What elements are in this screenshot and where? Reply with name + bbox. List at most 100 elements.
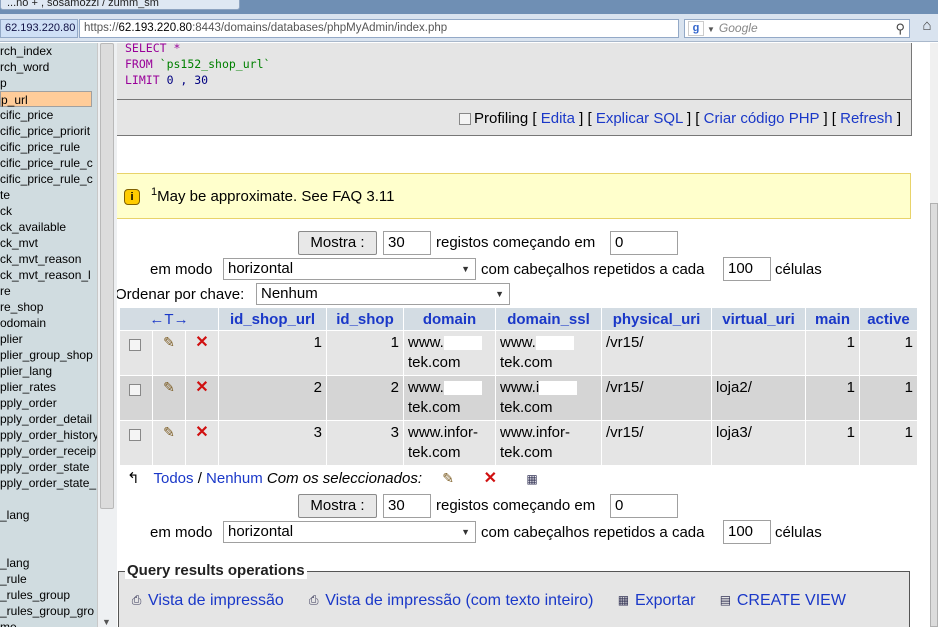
row-edit-cell[interactable]: ✎ (153, 376, 185, 420)
sidebar-table-link[interactable]: _rule (0, 571, 27, 587)
sort-by-key-select[interactable]: Nenhum ▼ (256, 283, 510, 305)
sidebar-table-link[interactable]: pply_order_receip (0, 443, 96, 459)
row-checkbox[interactable] (128, 339, 141, 352)
edit-selected-icon[interactable]: ✎ (440, 470, 456, 486)
row-edit-cell[interactable]: ✎ (153, 331, 185, 375)
sidebar-table-link[interactable]: pply_order_detail (0, 411, 92, 427)
address-bar[interactable]: https://62.193.220.80:8443/domains/datab… (79, 19, 679, 38)
sidebar-table-link[interactable]: cific_price_rule_c (0, 155, 93, 171)
sidebar-table-link[interactable]: cific_price_rule_c (0, 171, 93, 187)
select-all-link[interactable]: Todos (153, 470, 193, 487)
column-header-id-shop[interactable]: id_shop (327, 308, 403, 330)
sidebar-table-link[interactable]: ck_available (0, 219, 66, 235)
profiling-checkbox[interactable] (459, 113, 472, 126)
sidebar-table-link[interactable]: ck (0, 203, 12, 219)
row-checkbox-cell[interactable] (120, 331, 152, 375)
sidebar-table-link[interactable]: _lang (0, 555, 29, 571)
sidebar-table-link[interactable]: re (0, 283, 11, 299)
print-view-full-text-link[interactable]: Vista de impressão (com texto inteiro) (325, 592, 593, 609)
search-go-icon[interactable]: ⚲ (895, 20, 905, 37)
sidebar-table-link[interactable]: _rules_group_gro (0, 603, 94, 619)
column-header-id-shop-url[interactable]: id_shop_url (219, 308, 326, 330)
sidebar-table-link[interactable]: rch_word (0, 59, 49, 75)
sidebar-scrollbar-thumb[interactable] (100, 43, 114, 509)
create-php-code-link[interactable]: Criar código PHP (704, 110, 820, 127)
sidebar-table-link[interactable]: cific_price (0, 107, 53, 123)
sidebar-table-link[interactable]: p (0, 75, 7, 91)
column-header-main[interactable]: main (806, 308, 859, 330)
column-header-domain-ssl[interactable]: domain_ssl (496, 308, 601, 330)
sidebar-table-link[interactable]: ck_mvt_reason_l (0, 267, 91, 283)
column-header-virtual-uri[interactable]: virtual_uri (712, 308, 805, 330)
start-row-input-top[interactable]: 0 (610, 231, 678, 255)
sidebar-table-link[interactable]: te (0, 187, 10, 203)
sidebar-scrollbar[interactable]: ▼ (97, 43, 117, 627)
rows-count-input-bottom[interactable]: 30 (383, 494, 431, 518)
display-mode-select-top[interactable]: horizontal ▼ (223, 258, 476, 280)
search-box[interactable]: g ▼ Google ⚲ (684, 19, 910, 38)
explain-sql-link[interactable]: Explicar SQL (596, 110, 683, 127)
sidebar-table-link[interactable]: rch_index (0, 43, 52, 59)
sidebar-table-link[interactable]: pply_order_state_ (0, 475, 96, 491)
row-delete-cell[interactable]: ✕ (186, 421, 218, 465)
sidebar-table-link[interactable]: pply_order_history (0, 427, 97, 443)
sidebar-table-link[interactable]: cific_price_priorit (0, 123, 90, 139)
column-header-physical-uri[interactable]: physical_uri (602, 308, 711, 330)
display-mode-select-bottom[interactable]: horizontal ▼ (223, 521, 476, 543)
row-checkbox[interactable] (128, 384, 141, 397)
sidebar-table-link[interactable]: p_url (0, 91, 92, 107)
search-engine-dropdown-icon[interactable]: ▼ (707, 25, 715, 34)
print-view-link[interactable]: Vista de impressão (148, 592, 284, 609)
sidebar-table-link[interactable]: plier_group_shop (0, 347, 93, 363)
home-icon[interactable]: ⌂ (916, 17, 938, 39)
select-none-link[interactable]: Nenhum (206, 470, 263, 487)
operations-legend: Query results operations (125, 562, 307, 579)
column-header-active[interactable]: active (860, 308, 917, 330)
site-identity-badge[interactable]: 62.193.220.80 (0, 19, 78, 38)
sidebar-table-link[interactable]: ck_mvt (0, 235, 38, 251)
repeat-headers-input-bottom[interactable]: 100 (723, 520, 771, 544)
sidebar-table-link[interactable]: _rules_group (0, 587, 70, 603)
browser-tab[interactable]: ...no + , sosamozzi / zumm_sm (0, 0, 240, 10)
sidebar-table-link[interactable]: plier (0, 331, 23, 347)
edit-pencil-icon[interactable]: ✎ (161, 424, 177, 440)
row-checkbox-cell[interactable] (120, 376, 152, 420)
main-scrollbar[interactable] (930, 43, 938, 627)
show-rows-button-bottom[interactable]: Mostra : (298, 494, 377, 518)
column-resize-arrows-icon[interactable]: ←T→ (120, 308, 218, 330)
row-checkbox-cell[interactable] (120, 421, 152, 465)
show-rows-button-top[interactable]: Mostra : (298, 231, 377, 255)
edit-query-link[interactable]: Edita (541, 110, 575, 127)
sidebar-table-link[interactable]: me (0, 619, 17, 627)
export-link[interactable]: Exportar (635, 592, 695, 609)
edit-pencil-icon[interactable]: ✎ (161, 379, 177, 395)
delete-icon[interactable]: ✕ (194, 380, 210, 396)
start-row-input-bottom[interactable]: 0 (610, 494, 678, 518)
sidebar-table-link[interactable]: ck_mvt_reason (0, 251, 81, 267)
row-checkbox[interactable] (128, 429, 141, 442)
column-header-domain[interactable]: domain (404, 308, 495, 330)
sidebar-table-link[interactable]: cific_price_rule (0, 139, 80, 155)
delete-icon[interactable]: ✕ (194, 425, 210, 441)
create-view-link[interactable]: CREATE VIEW (737, 592, 846, 609)
repeat-headers-input-top[interactable]: 100 (723, 257, 771, 281)
main-scrollbar-thumb[interactable] (930, 203, 938, 627)
row-edit-cell[interactable]: ✎ (153, 421, 185, 465)
refresh-link[interactable]: Refresh (840, 110, 893, 127)
export-selected-icon[interactable]: ▦ (525, 472, 540, 487)
sidebar-table-link[interactable]: odomain (0, 315, 46, 331)
google-logo-icon[interactable]: g (688, 21, 704, 36)
sidebar-table-link[interactable]: _lang (0, 507, 29, 523)
edit-pencil-icon[interactable]: ✎ (161, 334, 177, 350)
sidebar-table-link[interactable]: pply_order_state (0, 459, 89, 475)
rows-count-input-top[interactable]: 30 (383, 231, 431, 255)
sidebar-table-link[interactable]: pply_order (0, 395, 57, 411)
sidebar-table-link[interactable]: plier_rates (0, 379, 56, 395)
sidebar-table-link[interactable]: plier_lang (0, 363, 52, 379)
delete-selected-icon[interactable]: ✕ (482, 471, 498, 487)
row-delete-cell[interactable]: ✕ (186, 376, 218, 420)
delete-icon[interactable]: ✕ (194, 335, 210, 351)
row-delete-cell[interactable]: ✕ (186, 331, 218, 375)
scroll-down-arrow-icon[interactable]: ▼ (102, 617, 111, 627)
sidebar-table-link[interactable]: re_shop (0, 299, 43, 315)
